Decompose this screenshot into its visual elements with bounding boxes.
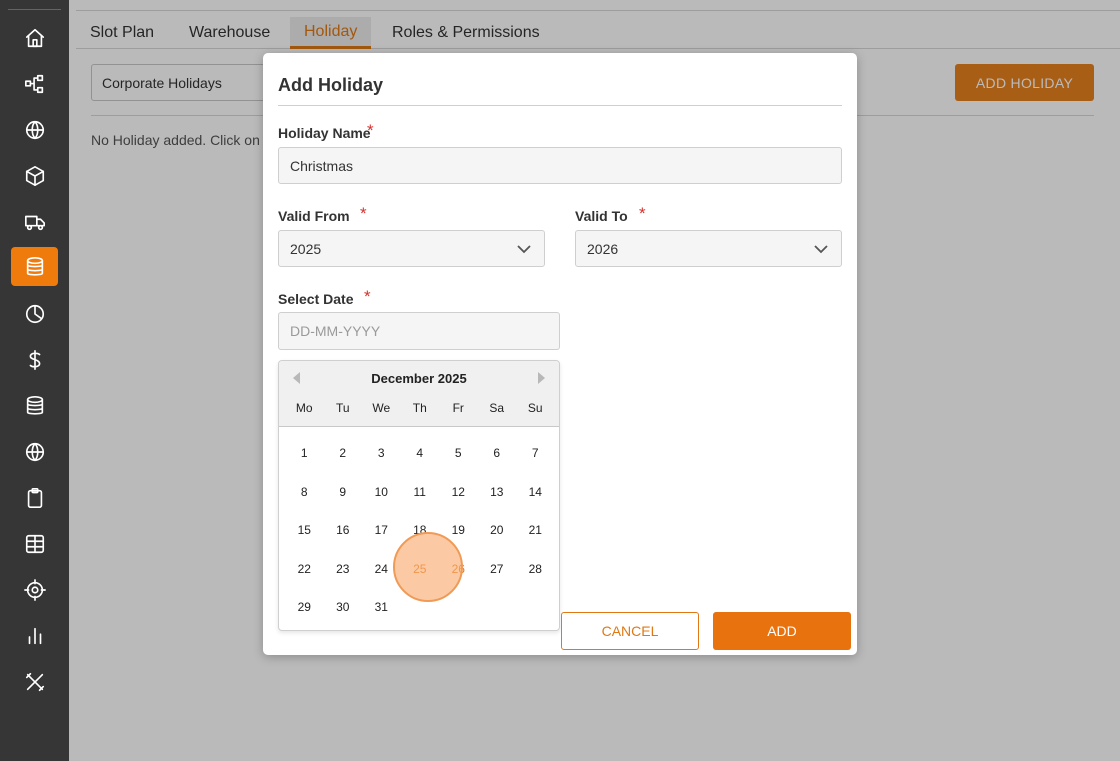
calendar-month-label: December 2025 (371, 371, 467, 386)
calendar-day[interactable]: 7 (516, 446, 555, 460)
weekday-label: Th (412, 401, 427, 415)
bar-chart-icon (24, 625, 46, 647)
calendar-day[interactable]: 20 (478, 523, 517, 537)
calendar-day[interactable]: 17 (362, 523, 401, 537)
sidebar-item-stack[interactable] (11, 386, 58, 425)
sidebar-item-clipboard[interactable] (11, 478, 58, 517)
calendar-day[interactable]: 8 (285, 485, 324, 499)
database-icon (24, 256, 46, 278)
weekday-label: Tu (335, 401, 350, 415)
calendar-day[interactable]: 10 (362, 485, 401, 499)
cancel-button[interactable]: CANCEL (561, 612, 699, 650)
required-mark: * (639, 204, 646, 223)
sidebar-item-dollar[interactable] (11, 340, 58, 379)
calendar-day[interactable]: 14 (516, 485, 555, 499)
calendar-day[interactable]: 13 (478, 485, 517, 499)
calendar-day[interactable]: 2 (324, 446, 363, 460)
calendar-day[interactable]: 30 (324, 600, 363, 614)
calendar-day[interactable]: 15 (285, 523, 324, 537)
sidebar-item-bar-chart[interactable] (11, 616, 58, 655)
globe-icon (24, 119, 46, 141)
add-holiday-dialog: Add Holiday Holiday Name * Christmas Val… (263, 53, 857, 655)
calendar-day[interactable]: 28 (516, 562, 555, 576)
weekday-label: Mo (295, 401, 313, 415)
holiday-name-input[interactable]: Christmas (278, 147, 842, 184)
sidebar-item-database[interactable] (11, 247, 58, 286)
dialog-title: Add Holiday (278, 75, 384, 95)
chevron-down-icon (516, 242, 532, 256)
valid-to-value: 2026 (587, 241, 619, 257)
sidebar-item-home[interactable] (11, 18, 58, 57)
calendar-day[interactable]: 21 (516, 523, 555, 537)
chevron-down-icon (813, 242, 829, 256)
calendar-day[interactable]: 19 (439, 523, 478, 537)
sidebar-item-grid[interactable] (11, 524, 58, 563)
weekday-label: We (372, 401, 391, 415)
home-icon (24, 27, 46, 49)
add-button[interactable]: ADD (713, 612, 851, 650)
calendar-day[interactable]: 23 (324, 562, 363, 576)
sidebar-item-box[interactable] (11, 156, 58, 195)
calendar-day[interactable]: 3 (362, 446, 401, 460)
required-mark: * (367, 121, 374, 140)
weekday-label: Su (527, 401, 543, 415)
required-mark: * (360, 204, 367, 223)
calendar-day[interactable]: 11 (401, 485, 440, 499)
sidebar-item-truck[interactable] (11, 202, 58, 241)
required-mark: * (364, 287, 371, 306)
calendar-day[interactable]: 22 (285, 562, 324, 576)
calendar-day[interactable]: 27 (478, 562, 517, 576)
flow-icon (24, 73, 46, 95)
calendar-day[interactable]: 31 (362, 600, 401, 614)
calendar-day[interactable]: 29 (285, 600, 324, 614)
click-indicator (393, 532, 463, 602)
dollar-icon (24, 349, 46, 371)
calendar-day[interactable]: 12 (439, 485, 478, 499)
select-date-label: Select Date (278, 291, 354, 307)
valid-from-value: 2025 (290, 241, 322, 257)
calendar-day[interactable]: 16 (324, 523, 363, 537)
sidebar-icons (0, 0, 69, 761)
date-input[interactable]: DD-MM-YYYY (278, 312, 560, 350)
weekday-label: Fr (452, 401, 464, 415)
sidebar-item-tools[interactable] (11, 662, 58, 701)
dialog-divider (278, 105, 842, 106)
valid-to-label: Valid To (575, 208, 628, 224)
sidebar-item-globe[interactable] (11, 110, 58, 149)
truck-icon (24, 211, 46, 233)
valid-from-dropdown[interactable]: 2025 (278, 230, 545, 267)
next-month-icon[interactable] (535, 371, 547, 384)
tools-icon (24, 671, 46, 693)
globe-icon (24, 441, 46, 463)
sidebar-item-flow[interactable] (11, 64, 58, 103)
clipboard-icon (24, 487, 46, 509)
stack-icon (24, 395, 46, 417)
pie-chart-icon (24, 303, 46, 325)
weekday-label: Sa (489, 401, 505, 415)
calendar-day[interactable]: 6 (478, 446, 517, 460)
calendar-day[interactable]: 4 (401, 446, 440, 460)
grid-icon (24, 533, 46, 555)
target-icon (23, 578, 46, 601)
date-picker-header: December 2025 Mo Tu We Th Fr Sa Su (279, 361, 559, 427)
valid-from-label: Valid From (278, 208, 350, 224)
sidebar-item-pie-chart[interactable] (11, 294, 58, 333)
calendar-day[interactable]: 1 (285, 446, 324, 460)
sidebar-item-globe[interactable] (11, 432, 58, 471)
sidebar-item-target[interactable] (11, 570, 58, 609)
holiday-name-label: Holiday Name (278, 125, 371, 141)
calendar-day[interactable]: 9 (324, 485, 363, 499)
calendar-day[interactable]: 5 (439, 446, 478, 460)
valid-to-dropdown[interactable]: 2026 (575, 230, 842, 267)
box-icon (24, 165, 46, 187)
